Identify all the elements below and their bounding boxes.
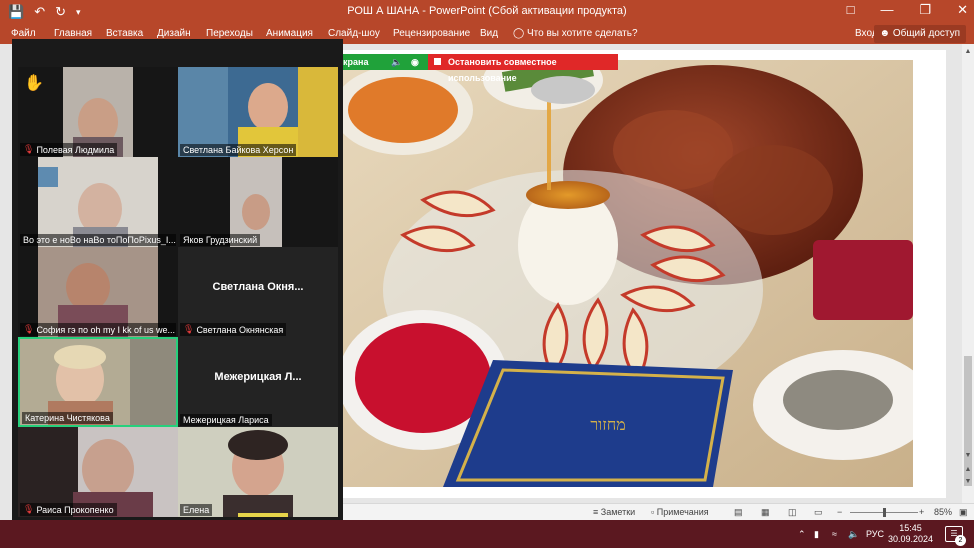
zoom-slider-knob[interactable] xyxy=(883,508,886,517)
slide-sorter-icon[interactable]: ▦ xyxy=(761,507,770,518)
participant-name-label: 🎙 Полевая Людмила xyxy=(20,143,118,156)
comment-icon: ▫ xyxy=(651,507,655,517)
title-bar: 💾 ↶ ↻ ▾ РОШ А ШАНА - PowerPoint (Сбой ак… xyxy=(0,0,974,24)
wifi-icon[interactable]: ≈ xyxy=(832,529,837,539)
participant-name-label: 🎙 Раиса Прокопенко xyxy=(20,503,117,516)
participant-tile[interactable]: Межерицкая Л... Межерицкая Лариса xyxy=(178,337,338,427)
zoom-in-icon[interactable]: + xyxy=(919,507,924,517)
person-icon: ☻ xyxy=(879,28,891,39)
scroll-down-icon[interactable]: ▼ xyxy=(962,452,974,459)
restore-icon[interactable]: ❐ xyxy=(919,2,931,18)
participant-tile[interactable]: Яков Грудзинский xyxy=(178,157,338,247)
tab-design[interactable]: Дизайн xyxy=(157,28,191,39)
speaker-icon[interactable]: 🔈 xyxy=(391,54,402,70)
zoom-out-icon[interactable]: − xyxy=(837,507,842,517)
taskbar-clock[interactable]: 15:45 30.09.2024 xyxy=(888,523,933,545)
tab-review[interactable]: Рецензирование xyxy=(393,28,470,39)
share-button[interactable]: ☻ Общий доступ xyxy=(873,25,966,43)
book-title-text: מחזור xyxy=(590,415,625,434)
participant-tile[interactable]: Светлана Байкова Херсон xyxy=(178,67,338,157)
participant-placeholder-name: Светлана Окня... xyxy=(212,281,304,293)
tab-file[interactable]: Файл xyxy=(11,28,36,39)
participant-name-label: Межерицкая Лариса xyxy=(180,414,272,426)
status-bar: ≡ Заметки ▫ Примечания ▤ ▦ ◫ ▭ − + 85% ▣ xyxy=(343,503,974,520)
vertical-scrollbar[interactable]: ▲ ▼ ▲ ▼ xyxy=(962,44,974,503)
lightbulb-icon: ◯ xyxy=(513,28,525,39)
tab-slideshow[interactable]: Слайд-шоу xyxy=(328,28,380,39)
window-title: РОШ А ШАНА - PowerPoint (Сбой активации … xyxy=(347,5,627,17)
tray-overflow-icon[interactable]: ⌃ xyxy=(798,529,806,540)
sharing-indicator[interactable]: крана 🔈 ◉ xyxy=(343,54,428,70)
shield-icon[interactable]: ◉ xyxy=(411,54,419,70)
participant-tile[interactable]: Во это е ноВо наВо тоПоПоPixus_I... xyxy=(18,157,178,247)
windows-taskbar: ⌃ ▮ ≈ 🔈 РУС 15:45 30.09.2024 ☰ 2 xyxy=(0,520,974,548)
participant-name-label: Светлана Байкова Херсон xyxy=(180,144,297,156)
stop-icon xyxy=(434,58,441,65)
slide-photo-holiday-table: מחזור xyxy=(343,60,913,487)
zoom-slider[interactable] xyxy=(850,508,918,517)
close-icon[interactable]: ✕ xyxy=(957,2,968,18)
scroll-up-icon[interactable]: ▲ xyxy=(962,48,974,55)
volume-icon[interactable]: 🔈 xyxy=(848,529,859,540)
slideshow-icon[interactable]: ▭ xyxy=(814,507,823,518)
participant-name-label: Катерина Чистякова xyxy=(22,412,113,424)
notes-button[interactable]: ≡ Заметки xyxy=(593,507,635,517)
clock-date: 30.09.2024 xyxy=(888,534,934,544)
zoom-gallery-panel: ✋ 🎙 Полевая Людмила Светлана Байкова Хер… xyxy=(12,39,343,547)
participant-tile[interactable]: ✋ 🎙 Полевая Людмила xyxy=(18,67,178,157)
holiday-food-picture: מחזור xyxy=(343,60,913,487)
muted-mic-icon: 🎙 xyxy=(23,144,35,154)
tab-transitions[interactable]: Переходы xyxy=(206,28,253,39)
participant-tile[interactable]: 🎙 София гэ по oh my I kk of us we... xyxy=(18,247,178,337)
notification-count-badge: 2 xyxy=(955,535,966,546)
minimize-icon[interactable]: — xyxy=(880,2,893,18)
tab-home[interactable]: Главная xyxy=(54,28,92,39)
clock-time: 15:45 xyxy=(899,523,922,533)
window-controls: □ — ❐ ✕ xyxy=(847,2,968,18)
battery-icon[interactable]: ▮ xyxy=(814,529,819,540)
tell-me-search[interactable]: ◯ Что вы хотите сделать? xyxy=(513,28,638,39)
raised-hand-icon: ✋ xyxy=(24,75,44,92)
comments-button[interactable]: ▫ Примечания xyxy=(651,507,709,517)
tab-view[interactable]: Вид xyxy=(480,28,498,39)
input-language[interactable]: РУС xyxy=(866,529,884,539)
participant-name-label: 🎙 София гэ по oh my I kk of us we... xyxy=(20,323,176,336)
muted-mic-icon: 🎙 xyxy=(23,324,35,334)
stop-share-button[interactable]: Остановить совместное использование xyxy=(428,54,618,83)
participant-tile[interactable]: Светлана Окня... 🎙 Светлана Окнянская xyxy=(178,247,338,337)
normal-view-icon[interactable]: ▤ xyxy=(734,507,743,518)
participant-name-label: Яков Грудзинский xyxy=(180,234,261,246)
tab-insert[interactable]: Вставка xyxy=(106,28,143,39)
notes-icon: ≡ xyxy=(593,507,599,517)
reading-view-icon[interactable]: ◫ xyxy=(788,507,797,518)
zoom-level[interactable]: 85% xyxy=(934,507,952,517)
participant-placeholder-name: Межерицкая Л... xyxy=(214,371,302,383)
participant-name-label: Во это е ноВо наВо тоПоПоPixus_I... xyxy=(20,234,176,246)
participant-tile[interactable]: Елена xyxy=(178,427,338,517)
tab-animations[interactable]: Анимация xyxy=(266,28,313,39)
screen-share-toolbar: крана 🔈 ◉ Остановить совместное использо… xyxy=(343,54,618,83)
muted-mic-icon: 🎙 xyxy=(183,324,195,334)
fit-to-window-icon[interactable]: ▣ xyxy=(959,507,968,518)
participant-tile-active-speaker[interactable]: Катерина Чистякова xyxy=(18,337,178,427)
participant-name-label: 🎙 Светлана Окнянская xyxy=(180,323,287,336)
participant-name-label: Елена xyxy=(180,504,213,516)
next-slide-icon[interactable]: ▼ xyxy=(962,478,974,485)
previous-slide-icon[interactable]: ▲ xyxy=(962,466,974,473)
muted-mic-icon: 🎙 xyxy=(23,504,35,514)
participant-tile[interactable]: 🎙 Раиса Прокопенко xyxy=(18,427,178,517)
ribbon-display-icon[interactable]: □ xyxy=(847,2,855,18)
